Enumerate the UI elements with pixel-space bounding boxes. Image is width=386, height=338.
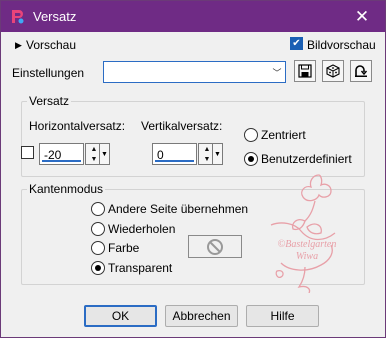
save-icon [298, 64, 312, 78]
cancel-label: Abbrechen [172, 309, 231, 323]
settings-label: Einstellungen [12, 66, 85, 80]
offset-group-title: Versatz [27, 94, 72, 108]
edge-color-swatch[interactable] [188, 235, 242, 258]
horizontal-offset-input[interactable]: -20 [39, 143, 84, 165]
edge-color-radio[interactable] [91, 241, 105, 255]
centered-label: Zentriert [261, 128, 306, 142]
save-preset-button[interactable] [294, 60, 316, 82]
vertical-offset-input[interactable]: 0 [152, 143, 197, 165]
edge-color-label: Farbe [108, 241, 140, 255]
dialog-window: Versatz ✕ ▶ Vorschau ✔ Bildvorschau Eins… [0, 0, 386, 338]
help-button[interactable]: Hilfe [246, 305, 319, 327]
centered-radio[interactable] [244, 128, 258, 142]
vertical-offset-label: Vertikalversatz: [141, 119, 223, 133]
preview-toggle[interactable]: Vorschau [26, 38, 76, 52]
vertical-offset-dropdown[interactable]: ▼ [212, 143, 223, 165]
watermark-text-2: Wiwa [296, 251, 318, 262]
ok-label: OK [111, 309, 130, 323]
watermark-logo: ©Bastelgarten Wiwa [270, 174, 337, 293]
edge-repeat-radio[interactable] [91, 222, 105, 236]
horizontal-offset-label: Horizontalversatz: [29, 119, 126, 133]
image-preview-checkbox[interactable]: ✔ [290, 37, 303, 50]
chevron-down-icon: ▼ [101, 150, 108, 158]
app-icon [12, 10, 24, 24]
reset-button[interactable] [350, 60, 372, 82]
custom-radio[interactable] [244, 152, 258, 166]
horizontal-offset-dropdown[interactable]: ▼ [99, 143, 110, 165]
custom-label: Benutzerdefiniert [261, 152, 352, 166]
edge-transparent-label: Transparent [108, 261, 173, 275]
settings-combo[interactable]: ﹀ [103, 61, 286, 83]
title-bar: Versatz ✕ [1, 1, 385, 32]
edge-wrap-radio[interactable] [91, 202, 105, 216]
edge-transparent-radio[interactable] [91, 261, 105, 275]
dice-icon [326, 64, 340, 78]
expand-arrow-icon[interactable]: ▶ [15, 40, 22, 51]
reset-icon [355, 65, 368, 77]
chevron-down-icon: ▼ [214, 150, 221, 158]
edge-wrap-label: Andere Seite übernehmen [108, 202, 249, 216]
close-button[interactable]: ✕ [339, 1, 385, 32]
checkmark-icon: ✔ [292, 37, 301, 49]
focus-underline [155, 160, 194, 162]
watermark-text-1: ©Bastelgarten [278, 239, 337, 250]
help-label: Hilfe [270, 309, 295, 323]
close-icon: ✕ [354, 6, 370, 26]
chevron-down-icon[interactable]: ﹀ [269, 62, 285, 82]
link-offsets-checkbox[interactable] [21, 146, 34, 159]
edge-mode-group-title: Kantenmodus [27, 182, 106, 196]
edge-repeat-label: Wiederholen [108, 222, 176, 236]
window-title: Versatz [33, 9, 77, 24]
no-color-icon [207, 238, 223, 255]
image-preview-label: Bildvorschau [307, 38, 376, 52]
ok-button[interactable]: OK [84, 305, 157, 327]
focus-underline [42, 160, 81, 162]
randomize-button[interactable] [322, 60, 344, 82]
cancel-button[interactable]: Abbrechen [165, 305, 238, 327]
